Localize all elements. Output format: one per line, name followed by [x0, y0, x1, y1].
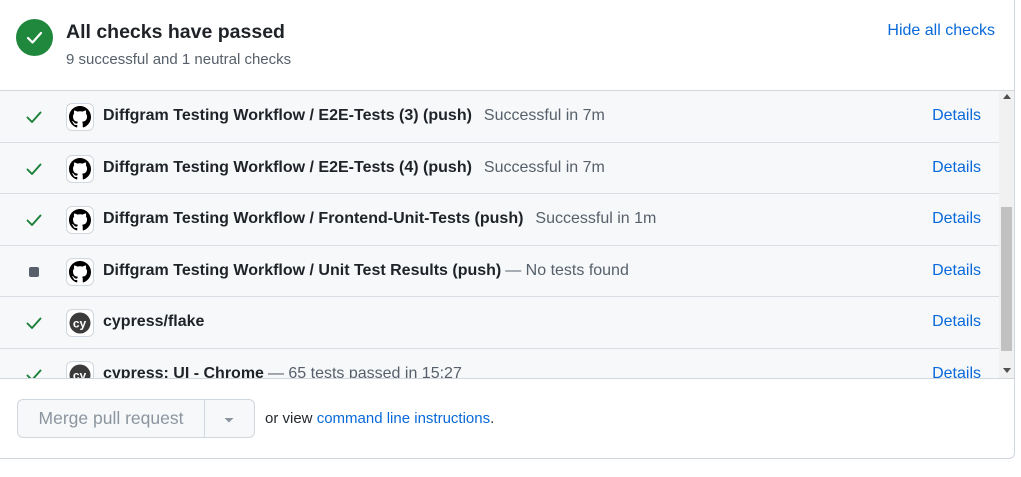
github-logo-icon	[66, 206, 94, 234]
success-check-icon	[25, 314, 43, 332]
success-check-icon	[25, 211, 43, 229]
merge-method-dropdown-caret-icon[interactable]	[223, 413, 235, 425]
checks-summary-header: All checks have passed 9 successful and …	[0, 0, 1014, 91]
check-row: Diffgram Testing Workflow / Unit Test Re…	[0, 246, 999, 297]
check-name-text: Diffgram Testing Workflow / Frontend-Uni…	[103, 210, 524, 227]
check-name: Diffgram Testing Workflow / Unit Test Re…	[103, 262, 629, 280]
success-check-icon	[25, 160, 43, 178]
check-row: Diffgram Testing Workflow / E2E-Tests (3…	[0, 91, 999, 143]
success-check-icon	[25, 366, 43, 378]
neutral-status-icon	[29, 266, 39, 277]
checks-scrollbar[interactable]	[999, 91, 1014, 378]
cypress-logo-icon: cy	[66, 309, 94, 337]
check-description: — No tests found	[505, 261, 629, 279]
check-name: Diffgram Testing Workflow / E2E-Tests (3…	[103, 107, 605, 125]
check-name-text: Diffgram Testing Workflow / Unit Test Re…	[103, 261, 502, 279]
check-name: cypress/flake	[103, 313, 204, 331]
check-row: Diffgram Testing Workflow / E2E-Tests (4…	[0, 143, 999, 194]
scrollbar-thumb[interactable]	[1001, 207, 1012, 351]
scroll-down-arrow-icon[interactable]	[1003, 368, 1011, 373]
check-circle-icon	[16, 19, 53, 56]
merge-note: or view command line instructions.	[265, 410, 494, 427]
check-details-link[interactable]: Details	[932, 313, 981, 331]
github-logo-icon	[66, 103, 94, 131]
hide-all-checks-link[interactable]: Hide all checks	[887, 22, 995, 40]
merge-pull-request-button[interactable]: Merge pull request	[18, 400, 204, 437]
check-row: cy cypress/flake Details	[0, 297, 999, 349]
svg-text:cy: cy	[73, 316, 87, 330]
success-check-icon	[25, 108, 43, 126]
svg-text:cy: cy	[73, 368, 87, 379]
github-logo-icon	[66, 154, 94, 183]
check-details-link[interactable]: Details	[932, 159, 981, 177]
check-name-text: cypress/flake	[103, 313, 205, 330]
check-name-text: Diffgram Testing Workflow / E2E-Tests (4…	[103, 158, 472, 176]
check-name: cypress: UI - Chrome — 65 tests passed in…	[103, 364, 462, 379]
scroll-up-arrow-icon[interactable]	[1003, 94, 1011, 99]
check-row: Diffgram Testing Workflow / Frontend-Uni…	[0, 194, 999, 246]
check-name: Diffgram Testing Workflow / E2E-Tests (4…	[103, 159, 605, 177]
merge-button-divider	[204, 400, 205, 437]
check-details-link[interactable]: Details	[932, 365, 981, 379]
check-details-link[interactable]: Details	[932, 210, 981, 228]
check-description: Successful in 7m	[483, 158, 605, 176]
check-row: cy cypress: UI - Chrome — 65 tests passed …	[0, 349, 999, 379]
command-line-instructions-link[interactable]: command line instructions	[317, 410, 490, 427]
merge-status-panel: All checks have passed 9 successful and …	[0, 0, 1015, 459]
check-description: — 65 tests passed in 15:27	[267, 364, 462, 379]
merge-pull-request-button-group: Merge pull request	[17, 399, 255, 438]
check-description: Successful in 1m	[535, 210, 657, 227]
check-name-text: cypress: UI - Chrome	[103, 364, 264, 379]
github-logo-icon	[66, 257, 94, 286]
checks-list[interactable]: Diffgram Testing Workflow / E2E-Tests (3…	[0, 91, 1014, 379]
checks-summary-title: All checks have passed	[66, 21, 285, 43]
check-description: Successful in 7m	[483, 107, 605, 124]
merge-note-suffix: .	[490, 410, 495, 427]
check-details-link[interactable]: Details	[932, 107, 981, 125]
check-details-link[interactable]: Details	[932, 262, 981, 280]
merge-note-prefix: or view	[265, 410, 317, 427]
check-name-text: Diffgram Testing Workflow / E2E-Tests (3…	[103, 107, 472, 124]
checks-summary-subtitle: 9 successful and 1 neutral checks	[66, 51, 292, 68]
check-name: Diffgram Testing Workflow / Frontend-Uni…	[103, 210, 656, 228]
cypress-logo-icon: cy	[66, 360, 94, 379]
